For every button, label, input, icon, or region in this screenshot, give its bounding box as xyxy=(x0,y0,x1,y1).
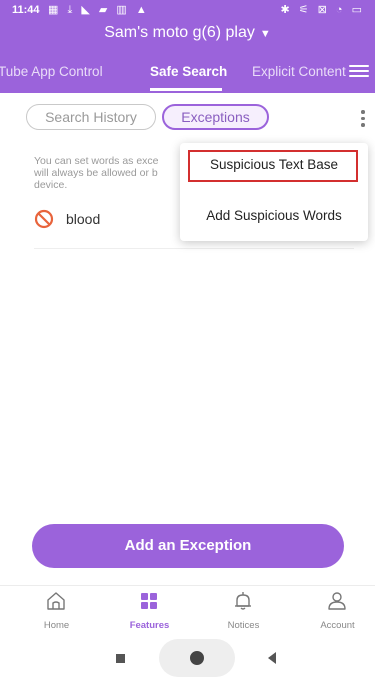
device-name: Sam's moto g(6) play xyxy=(104,24,255,41)
nav-features[interactable]: Features xyxy=(112,586,187,634)
tab-explicit-content[interactable]: Explicit Content xyxy=(252,64,346,79)
divider xyxy=(34,248,354,249)
exception-word: blood xyxy=(66,211,101,227)
chip-exceptions[interactable]: Exceptions xyxy=(162,104,269,130)
kebab-menu-icon[interactable] xyxy=(360,108,366,128)
description-line: device. xyxy=(34,179,68,191)
add-exception-button[interactable]: Add an Exception xyxy=(32,524,344,568)
feature-tabs: Tube App Control Safe Search Explicit Co… xyxy=(0,56,375,92)
nav-features-label: Features xyxy=(129,620,170,631)
nav-home-label: Home xyxy=(43,620,70,631)
recents-icon[interactable] xyxy=(116,654,125,663)
status-bar: 11:44 ▦ ⤓ ◣ ▰ ▥ ▲ ✱ ⚟ ⊠ ◔ ▭ xyxy=(0,0,375,22)
device-selector[interactable]: Sam's moto g(6) play ▼ xyxy=(0,24,375,42)
status-notification-icons: ▦ ⤓ ◣ ▰ ▥ ▲ xyxy=(48,4,150,16)
back-icon[interactable] xyxy=(268,652,276,664)
prohibited-icon[interactable] xyxy=(34,209,54,229)
status-time: 11:44 xyxy=(12,4,40,16)
tab-safe-search[interactable]: Safe Search xyxy=(150,64,227,79)
menu-item-add-suspicious-words[interactable]: Add Suspicious Words xyxy=(180,208,368,223)
bottom-navigation: Home Features Notices Account xyxy=(0,585,375,634)
features-icon xyxy=(141,593,157,609)
chip-search-history[interactable]: Search History xyxy=(26,104,156,130)
bell-icon xyxy=(235,592,251,610)
hamburger-icon[interactable] xyxy=(349,62,369,78)
nav-account-label: Account xyxy=(320,620,355,631)
account-icon xyxy=(328,592,346,610)
nav-notices[interactable]: Notices xyxy=(206,586,281,634)
system-navigation-bar xyxy=(0,634,375,683)
description-line: will always be allowed or b xyxy=(34,167,158,179)
home-circle-icon[interactable] xyxy=(188,649,206,667)
menu-item-suspicious-text-base[interactable]: Suspicious Text Base xyxy=(180,157,368,172)
chevron-down-icon: ▼ xyxy=(259,28,271,40)
exceptions-description: You can set words as exce will always be… xyxy=(34,155,184,191)
status-system-icons: ✱ ⚟ ⊠ ◔ ▭ xyxy=(280,4,365,16)
nav-home[interactable]: Home xyxy=(19,586,94,634)
active-tab-indicator xyxy=(150,88,222,91)
app-header: 11:44 ▦ ⤓ ◣ ▰ ▥ ▲ ✱ ⚟ ⊠ ◔ ▭ Sam's moto g… xyxy=(0,0,375,93)
home-icon xyxy=(47,592,65,610)
tab-tube-app-control[interactable]: Tube App Control xyxy=(0,64,103,79)
nav-account[interactable]: Account xyxy=(300,586,375,634)
nav-notices-label: Notices xyxy=(227,620,260,631)
description-line: You can set words as exce xyxy=(34,155,159,167)
overflow-popup-menu: Suspicious Text Base Add Suspicious Word… xyxy=(180,143,368,241)
